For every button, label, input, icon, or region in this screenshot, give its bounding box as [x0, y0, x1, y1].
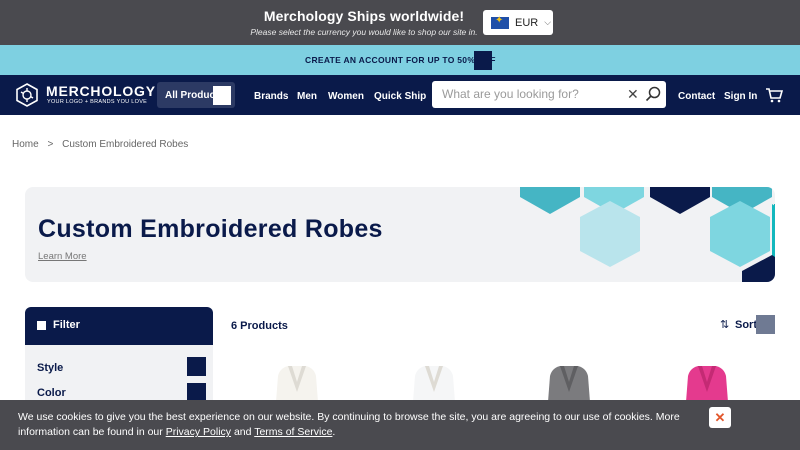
all-products-toggle[interactable]: [213, 86, 231, 105]
terms-of-service-link[interactable]: Terms of Service: [254, 426, 332, 438]
filter-panel: Style Color: [25, 345, 213, 405]
promo-close-button[interactable]: [474, 51, 492, 70]
promo-text[interactable]: CREATE AN ACCOUNT FOR UP TO 50% OFF: [305, 55, 496, 65]
sort-button[interactable]: Sort: [735, 319, 757, 331]
currency-subtitle: Please select the currency you would lik…: [250, 27, 478, 37]
cookie-banner: We use cookies to give you the best expe…: [0, 400, 800, 450]
cart-icon[interactable]: [765, 87, 783, 103]
filter-header[interactable]: Filter: [25, 307, 213, 345]
cookie-text: We use cookies to give you the best expe…: [18, 411, 680, 438]
nav-link-brands[interactable]: Brands: [254, 91, 288, 102]
search-box: ✕: [432, 81, 666, 108]
cookie-message: We use cookies to give you the best expe…: [18, 410, 698, 440]
privacy-policy-link[interactable]: Privacy Policy: [166, 426, 231, 438]
main-nav: MERCHOLOGY YOUR LOGO + BRANDS YOU LOVE A…: [0, 75, 800, 115]
currency-code: EUR: [515, 16, 539, 29]
logo-tagline: YOUR LOGO + BRANDS YOU LOVE: [47, 99, 148, 105]
breadcrumb-home[interactable]: Home: [12, 139, 39, 150]
filter-icon: [37, 321, 46, 330]
nav-link-quick-ship[interactable]: Quick Ship: [374, 91, 426, 102]
currency-title: Merchology Ships worldwide!: [263, 8, 465, 24]
close-cookie-button[interactable]: ✕: [709, 407, 731, 428]
currency-bar: Merchology Ships worldwide! Please selec…: [0, 0, 800, 45]
filter-label: Filter: [53, 319, 80, 331]
breadcrumb-current: Custom Embroidered Robes: [62, 139, 189, 150]
currency-select[interactable]: EUR ⌵: [483, 10, 553, 35]
breadcrumb-separator: >: [47, 139, 54, 150]
facet-color-label[interactable]: Color: [37, 387, 66, 399]
facet-style-label[interactable]: Style: [37, 362, 63, 374]
nav-link-men[interactable]: Men: [297, 91, 317, 102]
product-image-robe-4[interactable]: [676, 362, 738, 402]
logo-name[interactable]: MERCHOLOGY: [46, 83, 156, 99]
clear-search-icon[interactable]: ✕: [627, 86, 639, 103]
contact-link[interactable]: Contact: [678, 91, 715, 102]
nav-link-women[interactable]: Women: [328, 91, 364, 102]
facet-style-toggle[interactable]: [187, 357, 206, 376]
search-input[interactable]: [442, 87, 612, 101]
cookie-end: .: [332, 426, 336, 438]
product-image-robe-2[interactable]: [403, 362, 465, 402]
learn-more-link[interactable]: Learn More: [38, 251, 87, 262]
product-image-robe-3[interactable]: [538, 362, 600, 402]
product-count: 6 Products: [231, 320, 288, 332]
hero-banner: Custom Embroidered Robes Learn More: [25, 187, 775, 282]
sign-in-link[interactable]: Sign In: [724, 91, 757, 102]
search-icon[interactable]: [645, 86, 661, 102]
eu-flag-icon: [491, 15, 509, 29]
breadcrumb: Home > Custom Embroidered Robes: [12, 139, 188, 150]
page-title: Custom Embroidered Robes: [38, 215, 383, 243]
sort-dropdown-toggle[interactable]: [756, 315, 775, 334]
product-image-robe-1[interactable]: [266, 362, 328, 402]
sort-icon[interactable]: ⇅: [720, 318, 729, 331]
promo-bar[interactable]: CREATE AN ACCOUNT FOR UP TO 50% OFF: [0, 45, 800, 75]
cookie-and: and: [231, 426, 255, 438]
chevron-down-icon: ⌵: [544, 17, 552, 27]
hexagon-pattern-illustration: [520, 187, 775, 282]
logo-icon[interactable]: [15, 83, 39, 107]
